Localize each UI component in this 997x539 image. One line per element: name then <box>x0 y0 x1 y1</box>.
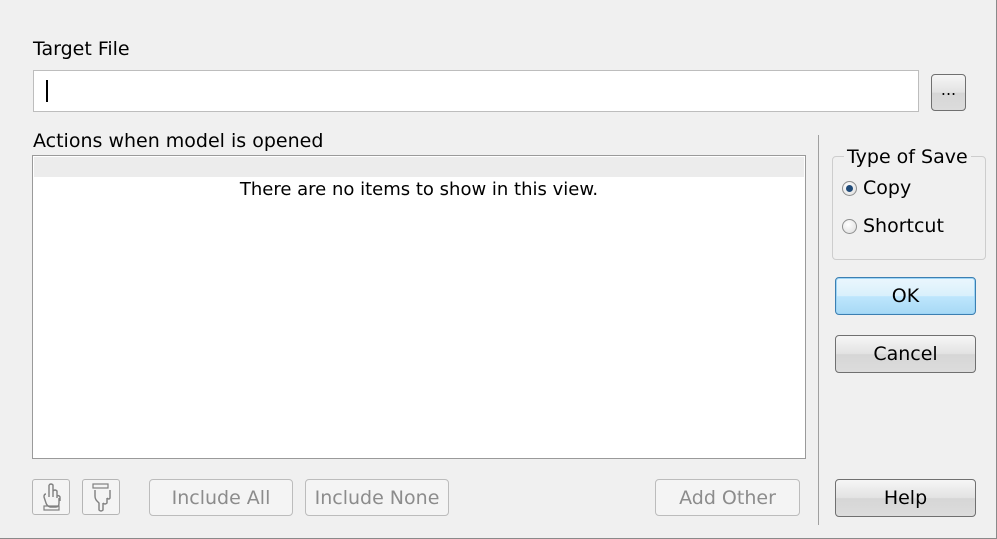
include-all-button[interactable]: Include All <box>149 479 293 516</box>
browse-button[interactable]: ... <box>931 74 966 111</box>
actions-list[interactable]: There are no items to show in this view. <box>32 155 806 459</box>
cancel-button[interactable]: Cancel <box>835 335 976 373</box>
move-down-button[interactable] <box>82 479 120 515</box>
text-caret <box>46 80 48 102</box>
actions-label: Actions when model is opened <box>33 130 324 152</box>
include-none-button[interactable]: Include None <box>305 479 449 516</box>
radio-shortcut-label: Shortcut <box>863 215 944 237</box>
radio-shortcut[interactable]: Shortcut <box>842 215 944 237</box>
help-button[interactable]: Help <box>835 479 976 517</box>
target-file-input[interactable] <box>33 70 919 112</box>
vertical-divider <box>818 135 819 525</box>
list-header <box>34 157 804 177</box>
move-up-button[interactable] <box>32 479 70 515</box>
hand-pointing-down-icon <box>92 483 111 512</box>
ok-button[interactable]: OK <box>835 277 976 315</box>
save-target-dialog: Target File ... Actions when model is op… <box>0 0 997 539</box>
target-file-label: Target File <box>33 38 130 60</box>
radio-copy-label: Copy <box>863 177 912 199</box>
hand-pointing-up-icon <box>43 483 61 511</box>
type-of-save-group <box>832 156 986 260</box>
add-other-button[interactable]: Add Other <box>655 479 800 516</box>
empty-list-message: There are no items to show in this view. <box>239 179 599 200</box>
radio-button-icon[interactable] <box>842 218 857 234</box>
radio-copy[interactable]: Copy <box>842 177 911 199</box>
type-of-save-legend: Type of Save <box>844 146 971 168</box>
radio-button-icon[interactable] <box>842 180 857 196</box>
